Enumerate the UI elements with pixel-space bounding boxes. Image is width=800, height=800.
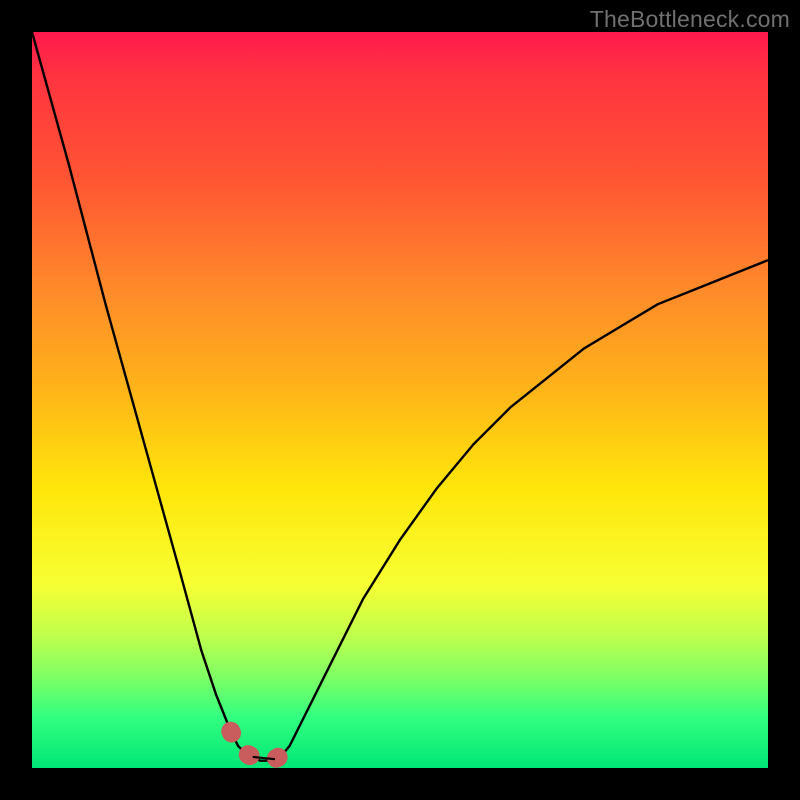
plot-area	[32, 32, 768, 768]
chart-stage: TheBottleneck.com	[0, 0, 800, 800]
watermark-text: TheBottleneck.com	[590, 6, 790, 33]
chart-svg	[32, 32, 768, 768]
bottleneck-curve	[32, 32, 768, 761]
